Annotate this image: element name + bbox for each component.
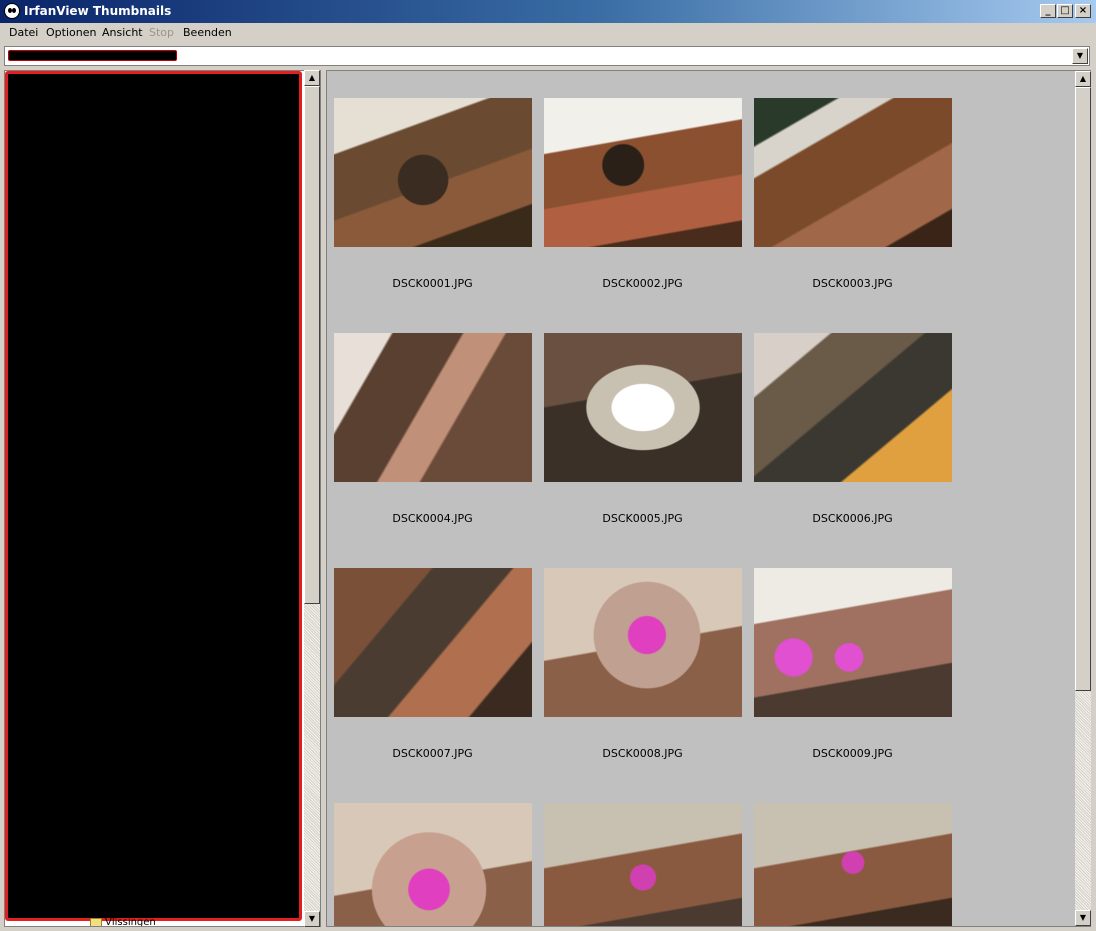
thumbnail-filename: DSCK0007.JPG <box>392 747 473 760</box>
scroll-up-button[interactable]: ▲ <box>1075 71 1091 87</box>
folder-tree[interactable]: Vlissingen <box>4 70 321 927</box>
thumbnail-image[interactable] <box>754 98 952 247</box>
path-dropdown-button[interactable]: ▼ <box>1072 48 1088 64</box>
menu-stop[interactable]: Stop <box>149 26 174 39</box>
thumbnail-image[interactable] <box>754 568 952 717</box>
scroll-thumb[interactable] <box>304 86 320 604</box>
thumbnail-filename: DSCK0003.JPG <box>812 277 893 290</box>
scroll-down-button[interactable]: ▼ <box>1075 910 1091 926</box>
maximize-button[interactable]: □ <box>1057 4 1073 18</box>
thumbnail-pane[interactable]: DSCK0001.JPG DSCK0002.JPG DSCK0003.JPG D… <box>326 70 1091 927</box>
thumbnail-image[interactable] <box>544 333 742 482</box>
thumbnail-filename: DSCK0006.JPG <box>812 512 893 525</box>
tree-scrollbar[interactable]: ▲ ▼ <box>304 70 320 927</box>
thumbnail-image[interactable] <box>334 98 532 247</box>
folder-icon <box>90 917 102 926</box>
menu-optionen[interactable]: Optionen <box>46 26 96 39</box>
redacted-path <box>8 50 177 61</box>
tree-item-label: Vlissingen <box>105 917 156 927</box>
thumbnail-filename: DSCK0001.JPG <box>392 277 473 290</box>
scroll-thumb[interactable] <box>1075 87 1091 691</box>
thumbnail-filename: DSCK0002.JPG <box>602 277 683 290</box>
thumbnail-scrollbar[interactable]: ▲ ▼ <box>1075 71 1091 926</box>
thumbnail-filename: DSCK0008.JPG <box>602 747 683 760</box>
thumbnail-image[interactable] <box>544 803 742 926</box>
menu-beenden[interactable]: Beenden <box>183 26 232 39</box>
thumbnail-image[interactable] <box>544 568 742 717</box>
thumbnail-image[interactable] <box>334 333 532 482</box>
thumbnail-filename: DSCK0009.JPG <box>812 747 893 760</box>
tree-item-partial[interactable]: Vlissingen <box>90 917 156 927</box>
menu-ansicht[interactable]: Ansicht <box>102 26 143 39</box>
scroll-down-button[interactable]: ▼ <box>304 911 320 927</box>
thumbnail-image[interactable] <box>334 568 532 717</box>
thumbnail-image[interactable] <box>334 803 532 926</box>
thumbnail-image[interactable] <box>754 333 952 482</box>
thumbnail-filename: DSCK0005.JPG <box>602 512 683 525</box>
redacted-folder-tree <box>5 71 302 921</box>
minimize-button[interactable]: _ <box>1040 4 1056 18</box>
menu-bar: Datei Optionen Ansicht Stop Beenden <box>0 23 1096 42</box>
menu-datei[interactable]: Datei <box>9 26 38 39</box>
thumbnail-image[interactable] <box>544 98 742 247</box>
irfanview-app-icon[interactable] <box>4 3 20 19</box>
folder-path-combobox[interactable]: ▼ <box>4 46 1090 66</box>
scroll-up-button[interactable]: ▲ <box>304 70 320 86</box>
thumbnail-filename: DSCK0004.JPG <box>392 512 473 525</box>
window-title: IrfanView Thumbnails <box>24 4 172 18</box>
title-bar: IrfanView Thumbnails _ □ × <box>0 0 1096 23</box>
close-button[interactable]: × <box>1075 4 1091 18</box>
thumbnail-image[interactable] <box>754 803 952 926</box>
